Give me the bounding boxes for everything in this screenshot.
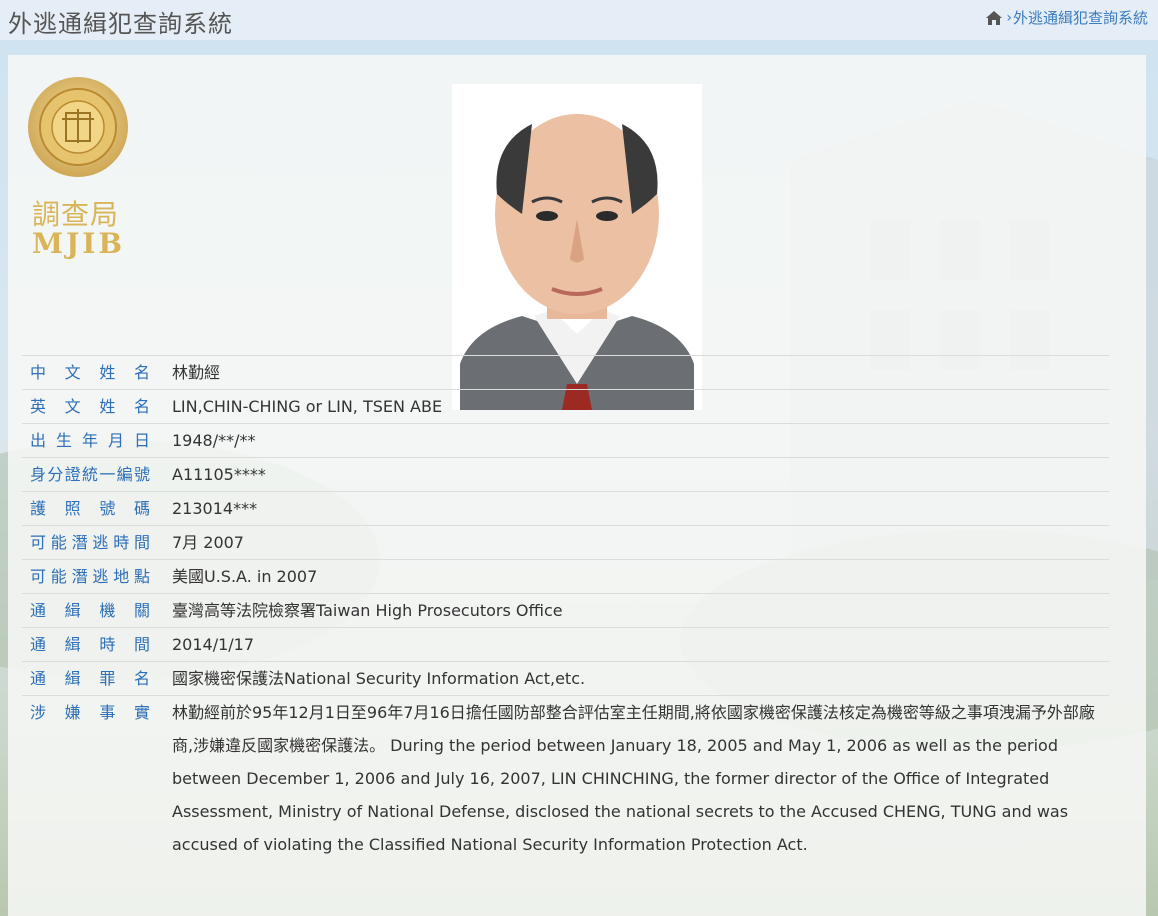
- home-icon[interactable]: [985, 10, 1003, 26]
- field-value-description: 林勤經前於95年12月1日至96年7月16日擔任國防部整合評估室主任期間,將依國…: [172, 703, 1095, 854]
- table-row: 護照號碼 213014***: [22, 491, 1109, 525]
- suspect-info-table: 中文姓名 林勤經 英文姓名 LIN,CHIN-CHING or LIN, TSE…: [22, 355, 1109, 861]
- field-value: 2014/1/17: [172, 635, 255, 654]
- table-row: 可能潛逃時間 7月 2007: [22, 525, 1109, 559]
- table-row: 通緝時間 2014/1/17: [22, 627, 1109, 661]
- table-row: 通緝機關 臺灣高等法院檢察署Taiwan High Prosecutors Of…: [22, 593, 1109, 627]
- field-value: LIN,CHIN-CHING or LIN, TSEN ABE: [172, 397, 443, 416]
- breadcrumb-separator: ›: [1006, 9, 1012, 26]
- table-row: 身分證統一編號 A11105****: [22, 457, 1109, 491]
- field-label: 通緝時間: [30, 635, 150, 654]
- table-row: 中文姓名 林勤經: [22, 355, 1109, 389]
- table-row: 出生年月日 1948/**/**: [22, 423, 1109, 457]
- table-row: 涉嫌事實 林勤經前於95年12月1日至96年7月16日擔任國防部整合評估室主任期…: [22, 695, 1109, 861]
- field-label: 護照號碼: [30, 499, 150, 518]
- logo-text-english: MJIB: [32, 227, 126, 260]
- mjib-emblem-icon: [28, 77, 128, 177]
- field-label: 英文姓名: [30, 397, 150, 416]
- table-row: 通緝罪名 國家機密保護法National Security Informatio…: [22, 661, 1109, 695]
- field-value: 臺灣高等法院檢察署Taiwan High Prosecutors Office: [172, 601, 563, 620]
- field-value: 林勤經: [172, 363, 221, 382]
- field-value: 1948/**/**: [172, 431, 256, 450]
- field-value: 7月 2007: [172, 533, 244, 552]
- table-row: 英文姓名 LIN,CHIN-CHING or LIN, TSEN ABE: [22, 389, 1109, 423]
- field-label: 可能潛逃地點: [30, 567, 150, 586]
- field-label: 出生年月日: [30, 431, 150, 450]
- field-label: 身分證統一編號: [30, 465, 150, 484]
- field-value: 國家機密保護法National Security Information Act…: [172, 669, 586, 688]
- breadcrumb: › 外逃通緝犯查詢系統: [985, 7, 1148, 28]
- breadcrumb-current-link[interactable]: 外逃通緝犯查詢系統: [1013, 7, 1148, 28]
- field-label: 通緝罪名: [30, 669, 150, 688]
- field-label: 可能潛逃時間: [30, 533, 150, 552]
- field-label: 通緝機關: [30, 601, 150, 620]
- field-value: A11105****: [172, 465, 266, 484]
- page-header: 外逃通緝犯查詢系統 › 外逃通緝犯查詢系統: [0, 0, 1158, 40]
- table-row: 可能潛逃地點 美國U.S.A. in 2007: [22, 559, 1109, 593]
- field-label: 涉嫌事實: [30, 703, 150, 722]
- mjib-logo: 調查局 MJIB: [28, 75, 138, 260]
- field-value: 213014***: [172, 499, 258, 518]
- page-title: 外逃通緝犯查詢系統: [8, 10, 233, 38]
- field-label: 中文姓名: [30, 363, 150, 382]
- field-value: 美國U.S.A. in 2007: [172, 567, 318, 586]
